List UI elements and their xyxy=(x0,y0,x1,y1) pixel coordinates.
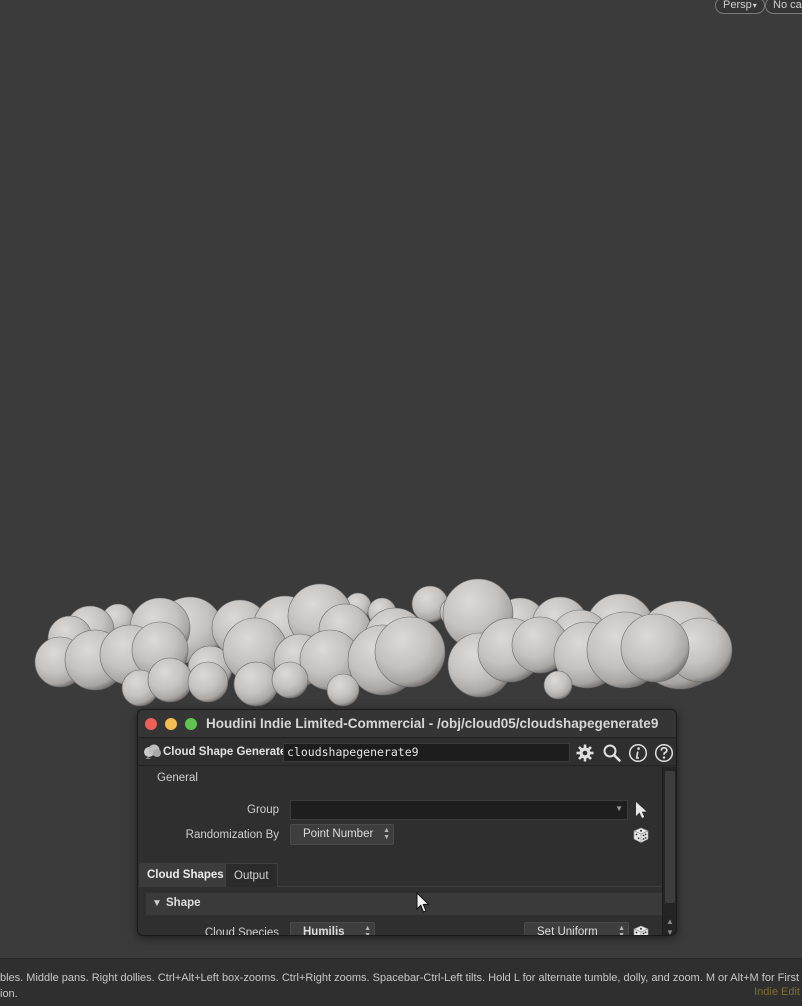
dice-icon[interactable] xyxy=(631,923,651,935)
scroll-up-arrow-icon[interactable]: ▲ xyxy=(666,917,674,926)
gear-icon[interactable] xyxy=(574,742,595,763)
license-label: Indie Edit xyxy=(754,986,800,998)
cloud-species-value: Humilis xyxy=(303,926,345,936)
close-window-button[interactable] xyxy=(145,718,157,730)
shape-folder-header[interactable]: ▼ Shape xyxy=(146,893,662,915)
menu-arrows-icon: ▲ ▼ xyxy=(383,827,390,841)
cloud-species-label: Cloud Species xyxy=(204,927,279,936)
tab-general[interactable]: General xyxy=(148,767,207,790)
node-header: Cloud Shape Generate cloudshapegenerate9 xyxy=(138,739,676,766)
parameter-tabs: Cloud Shapes Output xyxy=(138,863,662,887)
randomization-label: Randomization By xyxy=(185,829,279,841)
minimize-window-button[interactable] xyxy=(165,718,177,730)
set-uniform-menu[interactable]: Set Uniform ▲ ▼ xyxy=(524,922,629,936)
shape-folder-label: Shape xyxy=(166,897,201,909)
node-name-field[interactable]: cloudshapegenerate9 xyxy=(283,743,570,762)
status-message-line-2: ion. xyxy=(0,988,18,1000)
menu-arrows-icon: ▲ ▼ xyxy=(364,925,371,936)
select-arrow-icon[interactable] xyxy=(631,800,651,820)
camera-menu-button[interactable]: No ca xyxy=(765,0,802,14)
scrollbar-thumb[interactable] xyxy=(665,771,675,903)
title-bar[interactable]: Houdini Indie Limited-Commercial - /obj/… xyxy=(138,710,676,738)
set-uniform-value: Set Uniform xyxy=(537,926,598,936)
scroll-down-arrow-icon[interactable]: ▼ xyxy=(666,928,674,935)
node-type-label: Cloud Shape Generate xyxy=(163,746,287,758)
cloud-species-menu[interactable]: Humilis ▲ ▼ xyxy=(290,922,375,936)
group-field[interactable]: ▼ xyxy=(290,800,628,820)
status-bar: bles. Middle pans. Right dollies. Ctrl+A… xyxy=(0,958,802,1006)
perspective-menu-button[interactable]: Persp▾ xyxy=(715,0,765,14)
dropdown-icon[interactable]: ▼ xyxy=(615,804,623,813)
cloud-node-icon[interactable] xyxy=(142,743,162,761)
window-title: Houdini Indie Limited-Commercial - /obj/… xyxy=(206,716,659,731)
mouse-cursor-icon xyxy=(416,892,430,913)
parameter-scrollbar[interactable]: ▲ ▼ xyxy=(662,767,676,935)
dice-icon[interactable] xyxy=(631,825,651,845)
dropdown-icon: ▾ xyxy=(752,1,757,10)
maximize-window-button[interactable] xyxy=(185,718,197,730)
randomization-value: Point Number xyxy=(303,828,374,840)
menu-arrows-icon: ▲ ▼ xyxy=(618,925,625,936)
tab-cloud-shapes[interactable]: Cloud Shapes xyxy=(139,863,232,887)
camera-label: No ca xyxy=(773,0,802,11)
cloud-geometry xyxy=(34,578,733,707)
randomization-menu[interactable]: Point Number ▲ ▼ xyxy=(290,824,394,845)
parameter-pane: General Group ▼ Randomization By Point N… xyxy=(138,767,662,936)
status-message-line-1: bles. Middle pans. Right dollies. Ctrl+A… xyxy=(0,972,800,984)
info-icon[interactable] xyxy=(627,742,648,763)
perspective-label: Persp xyxy=(723,0,752,11)
help-icon[interactable] xyxy=(653,742,674,763)
search-icon[interactable] xyxy=(601,742,622,763)
tab-output[interactable]: Output xyxy=(225,863,278,887)
group-label: Group xyxy=(247,804,279,816)
parameter-window: Houdini Indie Limited-Commercial - /obj/… xyxy=(137,709,677,936)
collapse-triangle-icon[interactable]: ▼ xyxy=(152,898,162,909)
